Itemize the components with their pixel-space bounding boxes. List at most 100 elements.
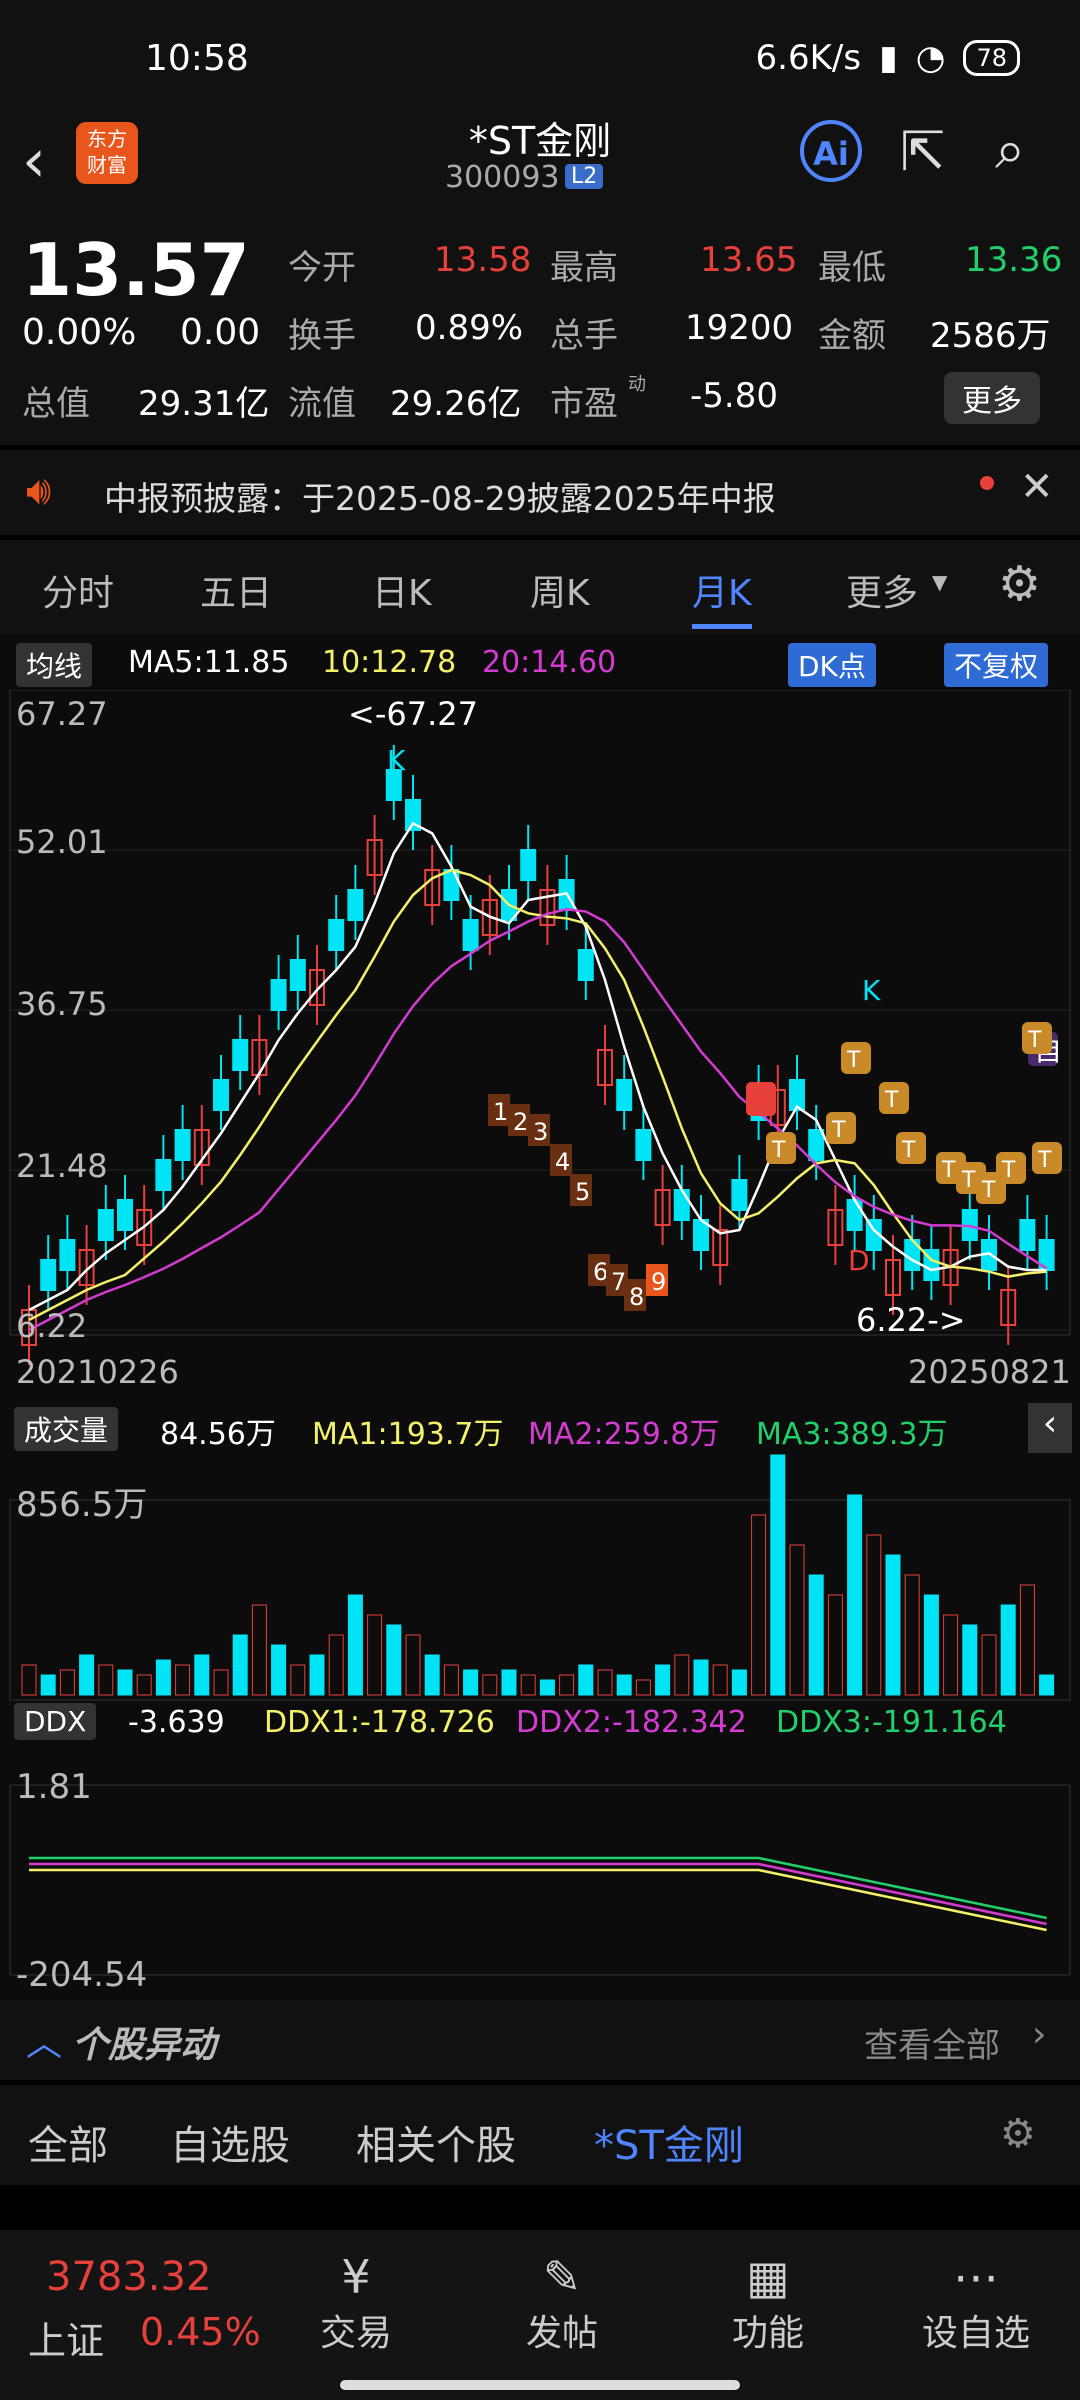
candle-body [635,1129,652,1161]
low-label: 最低 [818,248,886,288]
price-axis-label: 52.01 [16,823,108,861]
view-all-link[interactable]: 查看全部 [864,2018,1000,2067]
volume-bar [155,1659,171,1696]
ddx2-legend: DDX2:-182.342 [516,1705,747,1740]
volume-bar [578,1664,594,1696]
volume-bar [405,1634,421,1696]
turnover-label: 换手 [288,316,356,356]
tab-wuri[interactable]: 五日 [200,564,272,616]
search-icon[interactable]: ⌕ [995,118,1025,182]
volume-bar [367,1614,383,1696]
volume-bar [731,1669,747,1696]
volume-ma3-legend: MA3:389.3万 [756,1417,948,1452]
amount-value: 2586万 [930,316,1051,356]
gear-icon[interactable]: ⚙ [998,556,1041,612]
td-count-text: 9 [651,1268,666,1296]
index-pct[interactable]: 0.45% [140,2310,261,2354]
tab-rik[interactable]: 日K [372,564,432,616]
volume-type-select[interactable]: 成交量 [14,1407,119,1451]
dk-button[interactable]: DK点 [788,643,876,687]
nav-trade-label: 交易 [319,2313,392,2354]
tab-more[interactable]: 更多 [846,564,918,616]
volume-bar [443,1664,459,1696]
max-price-label: <-67.27 [348,695,478,733]
unread-dot [980,476,994,490]
filter-watchlist[interactable]: 自选股 [170,2113,290,2171]
notice-bar[interactable]: 🔊︎ 中报预披露：于2025-08-29披露2025年中报 ✕ [0,450,1080,535]
tab-zhouk[interactable]: 周K [530,564,590,616]
filter-related[interactable]: 相关个股 [356,2113,516,2171]
fq-button[interactable]: 不复权 [944,643,1049,687]
change-value: 0.00 [180,312,261,353]
start-date: 20210226 [16,1353,179,1391]
ddx3-line [29,1856,1047,1920]
t-marker: T [1001,1158,1016,1183]
volume-bar [194,1654,210,1696]
nav-functions[interactable]: ▦ 功能 [688,2250,848,2356]
volume-value: 19200 [685,308,794,348]
ai-icon[interactable]: Ai [800,120,862,182]
close-icon[interactable]: ✕ [1020,464,1054,510]
volume-ma2-legend: MA2:259.8万 [528,1417,720,1452]
volume-bar [21,1664,37,1696]
volume-bar [751,1514,767,1696]
ddx-type-select[interactable]: DDX [14,1703,97,1740]
chevron-right-icon[interactable]: › [1032,2014,1046,2055]
nav-add-watch-label: 设自选 [921,2313,1030,2354]
volume-bar [520,1674,536,1696]
volume-bar [655,1664,671,1696]
tab-yuek[interactable]: 月K [692,564,752,616]
volume-bar [98,1664,114,1696]
signal-marker: K [387,744,406,777]
nav-trade[interactable]: ¥ 交易 [276,2250,436,2356]
ma-type-select[interactable]: 均线 [16,643,93,687]
ddx3-legend: DDX3:-191.164 [776,1705,1007,1740]
gear-icon[interactable]: ⚙ [1000,2111,1036,2157]
candle-body [155,1159,172,1191]
nav-post[interactable]: ✎ 发帖 [482,2250,642,2356]
pe-sup: 动 [628,374,646,395]
candle-body [97,1209,114,1241]
low-value: 13.36 [965,240,1063,280]
td-count-text: 7 [611,1268,626,1296]
signal-marker: B [752,1084,771,1117]
more-button[interactable]: 更多 [944,372,1040,424]
candle-body [328,919,345,951]
volume-bar [482,1674,498,1696]
filter-tabs: 全部 自选股 相关个股 *ST金刚 ⚙ [0,2085,1080,2185]
td-count-label: 9 [646,1264,668,1296]
volume-bar [962,1624,978,1696]
volume-bar [251,1604,267,1696]
mcap-label: 总值 [22,384,90,424]
volume-bar [79,1654,95,1696]
volume-bar [175,1664,191,1696]
volume-bar [885,1554,901,1696]
volume-bar [1039,1674,1055,1696]
candle-body [577,949,594,981]
t-marker: T [831,1118,846,1143]
amount-label: 金额 [818,316,886,356]
status-icons: 6.6K/s ▮ ◔ 78 [756,38,1020,78]
volume-bar [1000,1604,1016,1696]
filter-this-stock[interactable]: *ST金刚 [594,2113,744,2171]
collapse-icon[interactable]: ‹ [1028,1403,1072,1453]
volume-bar [117,1669,133,1696]
volume-bar [386,1624,402,1696]
tab-fenshi[interactable]: 分时 [42,564,114,616]
index-name[interactable]: 上证 [28,2310,104,2365]
share-icon[interactable]: ⇱ [900,120,945,183]
volume-bar [347,1594,363,1696]
index-value[interactable]: 3783.32 [46,2254,211,2300]
chevron-up-icon[interactable]: ︿ [26,2014,62,2066]
td-count-label: 1 [488,1094,510,1126]
td-count-label: 2 [508,1104,530,1136]
status-time: 10:58 [145,38,249,79]
nav-add-watch[interactable]: ⋯ 设自选 [896,2250,1056,2356]
t-marker: T [1027,1028,1042,1053]
filter-all[interactable]: 全部 [28,2113,108,2171]
volume-bar [827,1594,843,1696]
t-marker: T [884,1088,899,1113]
level2-badge[interactable]: L2 [565,164,604,189]
volume-bar [213,1669,229,1696]
td-count-label: 4 [550,1144,572,1176]
